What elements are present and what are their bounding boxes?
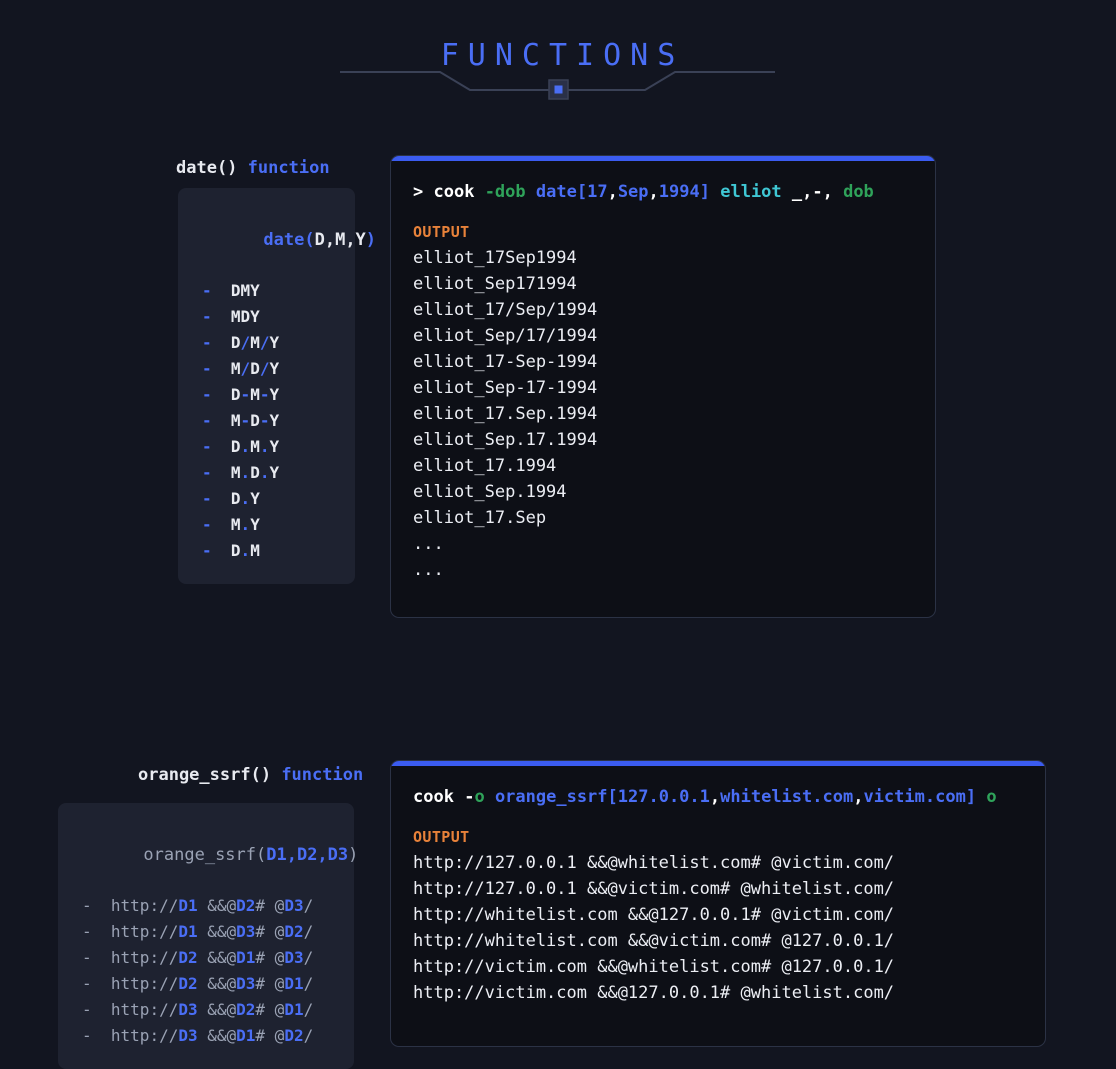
list-dash: -: [202, 437, 212, 456]
orange-ssrf-label-name: orange_ssrf(): [138, 765, 272, 785]
orange-ssrf-pattern-item: - http://D1 &&@D2# @D3/: [82, 896, 314, 915]
list-dash: -: [202, 281, 212, 300]
orange-ssrf-pattern-item: - http://D2 &&@D3# @D1/: [82, 974, 314, 993]
orange-ssrf-label: orange_ssrf() function: [138, 765, 363, 785]
signature-suffix: ): [348, 845, 359, 865]
orange-ssrf-pattern-item: - http://D2 &&@D1# @D3/: [82, 948, 314, 967]
list-dash: -: [202, 489, 212, 508]
terminal-output-line: http://whitelist.com &&@127.0.0.1# @vict…: [413, 905, 895, 925]
orange-ssrf-pattern-item: - http://D3 &&@D2# @D1/: [82, 1000, 314, 1019]
date-format-item: - M/D/Y: [202, 359, 280, 378]
signature-args: D,M,Y: [314, 230, 366, 250]
terminal-output-line: elliot_17/Sep/1994: [413, 300, 598, 320]
orange-ssrf-output-label: OUTPUT: [413, 828, 470, 846]
date-format-item: - D.Y: [202, 489, 260, 508]
date-format-item: - DMY: [202, 281, 260, 300]
date-function-label: date() function: [176, 158, 330, 178]
orange-ssrf-label-suffix: function: [281, 765, 364, 785]
list-dash: -: [202, 359, 212, 378]
list-dash: -: [82, 896, 92, 915]
date-function-label-suffix: function: [247, 158, 330, 178]
date-format-item: - D.M: [202, 541, 260, 560]
list-dash: -: [202, 333, 212, 352]
list-dash: -: [202, 307, 212, 326]
terminal-output-line: http://127.0.0.1 &&@whitelist.com# @vict…: [413, 853, 895, 873]
orange-ssrf-pattern-item: - http://D3 &&@D1# @D2/: [82, 1026, 314, 1045]
terminal-output-line: elliot_17.Sep.1994: [413, 404, 598, 424]
list-dash: -: [202, 411, 212, 430]
date-format-item: - M.Y: [202, 515, 260, 534]
page-header: FUNCTIONS: [0, 0, 1116, 110]
terminal-output-line: elliot_Sep/17/1994: [413, 326, 598, 346]
list-dash: -: [82, 922, 92, 941]
signature-suffix: ): [365, 230, 377, 250]
date-format-list: - DMY - MDY - D/M/Y - M/D/Y - D-M-Y - M-D-Y - …: [202, 278, 331, 564]
orange-ssrf-pattern-list: - http://D1 &&@D2# @D3/ - http://D1 &&@D3…: [82, 893, 330, 1049]
list-dash: -: [202, 515, 212, 534]
terminal-output-line: http://127.0.0.1 &&@victim.com# @whiteli…: [413, 879, 895, 899]
terminal-output-line: elliot_17.1994: [413, 456, 557, 476]
list-dash: -: [82, 1026, 92, 1045]
terminal-output-line: elliot_Sep.17.1994: [413, 430, 598, 450]
terminal-output-line: elliot_17.Sep: [413, 508, 547, 528]
date-function-label-name: date(): [176, 158, 238, 178]
terminal-output-line: elliot_Sep171994: [413, 274, 577, 294]
orange-ssrf-output-lines: http://127.0.0.1 &&@whitelist.com# @vict…: [413, 850, 1023, 1006]
date-format-item: - M.D.Y: [202, 463, 280, 482]
signature-prefix: orange_ssrf(: [143, 845, 267, 865]
terminal-output-line: http://whitelist.com &&@victim.com# @127…: [413, 931, 895, 951]
list-dash: -: [82, 948, 92, 967]
terminal-output-line: elliot_Sep-17-1994: [413, 378, 598, 398]
page-title: FUNCTIONS: [440, 38, 685, 73]
date-terminal-window[interactable]: > cook -dob date[17,Sep,1994] elliot _,-…: [390, 155, 936, 618]
orange-ssrf-command-line[interactable]: cook -o orange_ssrf[127.0.0.1,whitelist.…: [413, 784, 1023, 810]
list-dash: -: [202, 463, 212, 482]
list-dash: -: [202, 385, 212, 404]
signature-args: D1,D2,D3: [266, 845, 349, 865]
square-node-icon: [554, 85, 563, 94]
date-format-item: - D.M.Y: [202, 437, 280, 456]
prompt-symbol: >: [413, 182, 424, 202]
terminal-output-line: ...: [413, 534, 444, 554]
orange-ssrf-card: orange_ssrf(D1,D2,D3) - http://D1 &&@D2#…: [58, 803, 358, 1069]
orange-ssrf-pattern-item: - http://D1 &&@D3# @D2/: [82, 922, 314, 941]
signature-prefix: date(: [263, 230, 315, 250]
list-dash: -: [202, 541, 212, 560]
orange-ssrf-terminal-window[interactable]: cook -o orange_ssrf[127.0.0.1,whitelist.…: [390, 760, 1046, 1047]
date-format-item: - D/M/Y: [202, 333, 280, 352]
date-function-card: date(D,M,Y) - DMY - MDY - D/M/Y - M/D/Y - D-…: [178, 188, 376, 584]
date-format-item: - D-M-Y: [202, 385, 280, 404]
date-function-signature: date(D,M,Y): [202, 210, 376, 270]
orange-ssrf-terminal-body: cook -o orange_ssrf[127.0.0.1,whitelist.…: [391, 766, 1045, 1026]
date-output-label: OUTPUT: [413, 223, 470, 241]
terminal-output-line: ...: [413, 560, 444, 580]
terminal-output-line: elliot_Sep.1994: [413, 482, 567, 502]
terminal-output-line: elliot_17Sep1994: [413, 248, 577, 268]
date-output-lines: elliot_17Sep1994 elliot_Sep171994 elliot_1…: [413, 245, 913, 583]
orange-ssrf-signature: orange_ssrf(D1,D2,D3): [82, 825, 358, 885]
list-dash: -: [82, 974, 92, 993]
date-command-line[interactable]: > cook -dob date[17,Sep,1994] elliot _,-…: [413, 179, 913, 205]
date-format-item: - MDY: [202, 307, 260, 326]
date-terminal-body: > cook -dob date[17,Sep,1994] elliot _,-…: [391, 161, 935, 603]
terminal-output-line: elliot_17-Sep-1994: [413, 352, 598, 372]
terminal-output-line: http://victim.com &&@whitelist.com# @127…: [413, 957, 895, 977]
list-dash: -: [82, 1000, 92, 1019]
date-format-item: - M-D-Y: [202, 411, 280, 430]
terminal-output-line: http://victim.com &&@127.0.0.1# @whiteli…: [413, 983, 895, 1003]
